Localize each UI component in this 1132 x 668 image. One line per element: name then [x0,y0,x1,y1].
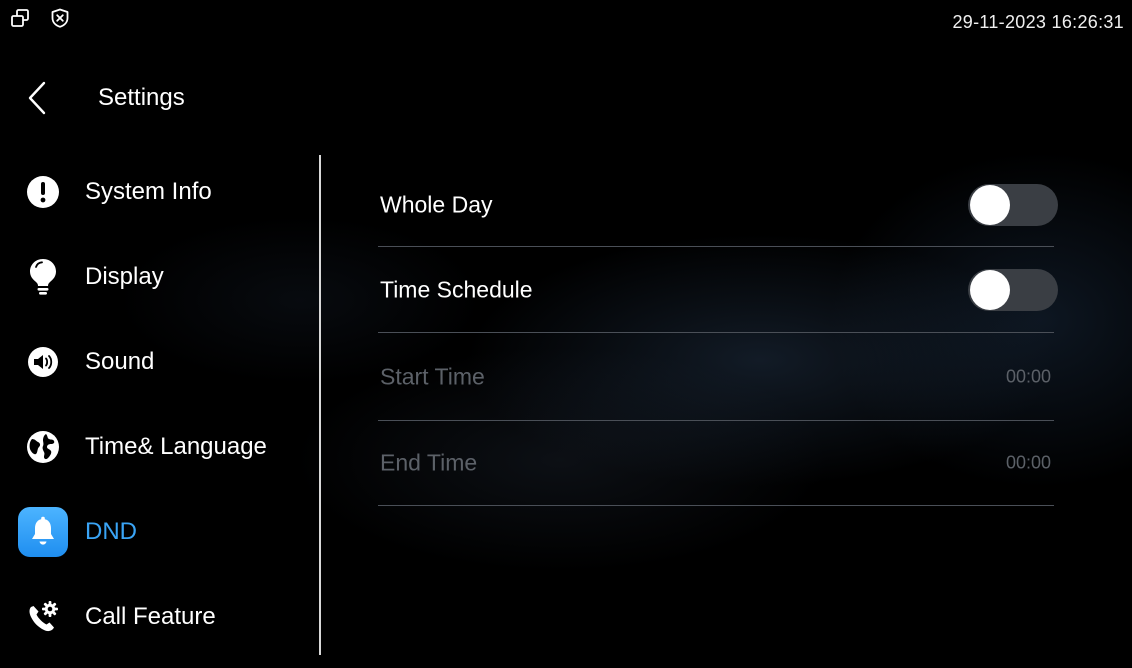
lightbulb-icon [18,252,68,302]
sidebar-item-display[interactable]: Display [0,247,318,307]
bell-icon [18,507,68,557]
shield-x-icon[interactable] [50,8,70,28]
info-exclamation-icon [18,167,68,217]
sidebar-divider [319,155,321,655]
whole-day-row: Whole Day [378,164,1058,247]
end-time-label: End Time [380,449,478,476]
whole-day-toggle[interactable] [968,184,1058,226]
settings-sidebar: System Info Display Sound Time& Language… [0,150,318,660]
status-datetime: 29-11-2023 16:26:31 [952,12,1124,32]
sidebar-item-call-feature[interactable]: Call Feature [0,587,318,647]
dnd-settings-screen: 29-11-2023 16:26:31 Settings System Info [0,0,1132,668]
end-time-value: 00:00 [1005,452,1051,473]
sidebar-item-label: Sound [85,348,155,375]
sidebar-item-label: Display [85,263,164,290]
time-schedule-row: Time Schedule [378,247,1058,333]
sidebar-item-label: Call Feature [85,603,216,630]
start-time-value: 00:00 [1005,366,1051,386]
globe-icon [18,422,68,472]
end-time-row[interactable]: End Time 00:00 [378,421,1054,506]
time-schedule-toggle[interactable] [968,268,1058,311]
sidebar-item-dnd[interactable]: DND [0,502,318,562]
sidebar-item-time-language[interactable]: Time& Language [0,417,318,477]
whole-day-label: Whole Day [380,191,493,218]
speaker-icon [18,337,68,387]
window-icon[interactable] [10,8,30,28]
sidebar-item-label: Time& Language [85,433,267,460]
page-title: Settings [98,84,185,111]
sidebar-item-system-info[interactable]: System Info [0,162,318,222]
phone-gear-icon [18,592,68,642]
sidebar-item-label: DND [85,518,137,545]
chevron-left-icon [28,81,46,115]
toggle-knob [970,185,1010,225]
toggle-knob [970,269,1010,310]
start-time-label: Start Time [380,363,485,389]
start-time-row[interactable]: Start Time 00:00 [378,333,1054,421]
sidebar-item-sound[interactable]: Sound [0,332,318,392]
back-button[interactable] [24,80,54,116]
time-schedule-label: Time Schedule [380,276,533,302]
sidebar-item-label: System Info [85,178,212,205]
